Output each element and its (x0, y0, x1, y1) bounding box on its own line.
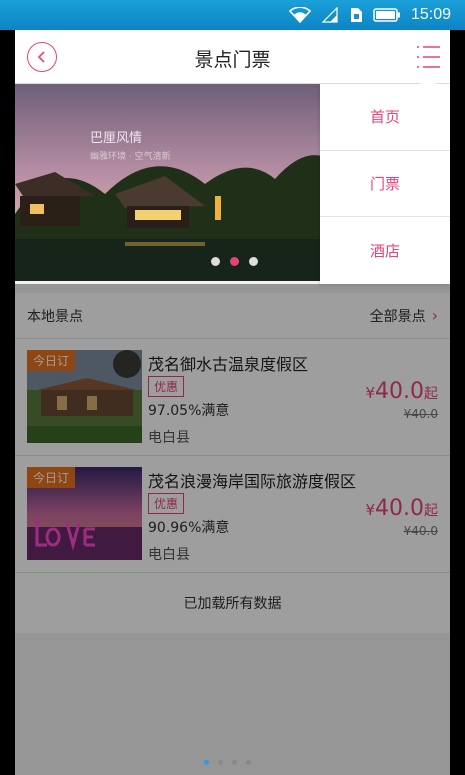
page-dot-active (204, 760, 209, 765)
menu-item-tickets[interactable]: 门票 (320, 151, 450, 218)
menu-button[interactable] (414, 45, 442, 69)
status-bar: 15:09 (0, 0, 465, 30)
carousel-dot[interactable] (249, 257, 258, 266)
page-dot (218, 760, 223, 765)
sim-icon (350, 8, 362, 22)
carousel-dot-active[interactable] (230, 257, 239, 266)
wifi-icon (288, 7, 311, 23)
page-title: 景点门票 (194, 49, 271, 71)
banner-subtitle: 幽雅环境 · 空气清新 (90, 152, 171, 162)
menu-list-icon (417, 46, 440, 68)
signal-icon (321, 7, 338, 23)
carousel-dot[interactable] (211, 257, 220, 266)
page-indicator (204, 760, 251, 765)
menu-item-hotel[interactable]: 酒店 (320, 217, 450, 284)
dropdown-menu: 首页 门票 酒店 (320, 76, 450, 284)
page-dot (246, 760, 251, 765)
header: 景点门票 (15, 30, 450, 84)
carousel-indicator (211, 257, 258, 266)
app-frame: 景点门票 巴厘风情 幽雅环境 · 空气清新 首页 门票 酒店 本地景点 全部景点… (15, 30, 450, 775)
status-time: 15:09 (410, 6, 451, 23)
battery-icon (373, 8, 400, 22)
banner-title: 巴厘风情 (90, 131, 143, 146)
menu-item-home[interactable]: 首页 (320, 84, 450, 151)
dim-overlay[interactable] (15, 284, 450, 775)
page-dot (232, 760, 237, 765)
dropdown-arrow (420, 76, 436, 84)
